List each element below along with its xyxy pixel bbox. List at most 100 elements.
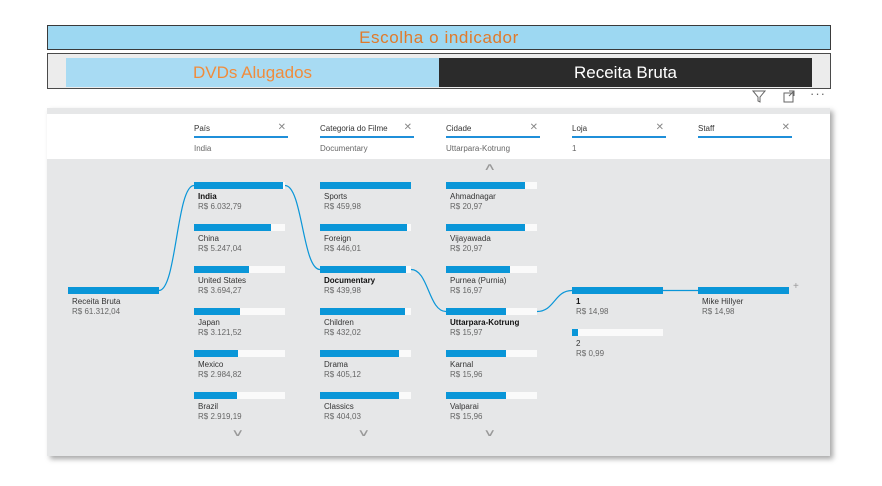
tree-links: [158, 184, 698, 313]
node-value: R$ 16,97: [450, 286, 483, 295]
node-bar-track: [320, 350, 411, 357]
node-value: R$ 0,99: [576, 349, 605, 358]
slicer-option-receita[interactable]: Receita Bruta: [439, 58, 812, 87]
node-label: Foreign: [324, 234, 352, 243]
node-bar-fill: [320, 182, 411, 189]
node-bar-fill: [698, 287, 789, 294]
tree-link: [284, 184, 321, 271]
node-value: R$ 439,98: [324, 286, 361, 295]
node-bar-track: [446, 308, 537, 315]
filter-label[interactable]: Categoria do Filme: [320, 124, 414, 138]
node-bar-track: [446, 266, 537, 273]
node-label: United States: [198, 276, 247, 285]
node-label: Children: [324, 318, 354, 327]
filter-value: Uttarpara-Kotrung: [446, 144, 511, 153]
node-value: R$ 5.247,04: [198, 244, 242, 253]
node-label: Purnea (Purnia): [450, 276, 507, 285]
node-label: Brazil: [198, 402, 219, 411]
filter-label[interactable]: Cidade: [446, 124, 540, 138]
node-bar-fill: [68, 287, 159, 294]
node-label: Uttarpara-Kotrung: [450, 318, 520, 327]
remove-level-icon[interactable]: ✕: [404, 122, 412, 133]
node-value: R$ 432,02: [324, 328, 361, 337]
scroll-up-icon[interactable]: ∧: [483, 162, 496, 173]
filter-value: 1: [572, 144, 577, 153]
filter-column: Cidade ✕ Uttarpara-Kotrung: [446, 114, 540, 159]
filter-value: Documentary: [320, 144, 368, 153]
node-bar-track: [320, 308, 411, 315]
focus-mode-icon[interactable]: [782, 89, 796, 106]
node-value: R$ 405,12: [324, 370, 361, 379]
node-bar-track: [194, 308, 285, 315]
node-bar-track: [572, 287, 663, 294]
node-bar-fill: [194, 182, 283, 189]
filter-bar: País ✕ India Categoria do Filme ✕ Documentary…: [47, 114, 830, 159]
node-bar-track: [446, 350, 537, 357]
node-value: R$ 404,03: [324, 412, 361, 421]
node-bar-track: [446, 224, 537, 231]
remove-level-icon[interactable]: ✕: [656, 122, 664, 133]
node-bar-fill: [572, 329, 578, 336]
filter-column: Staff ✕: [698, 114, 792, 159]
report-page: Escolha o indicador DVDs Alugados Receit…: [0, 0, 882, 486]
scroll-down-icon[interactable]: ∨: [231, 428, 244, 439]
node-value: R$ 14,98: [702, 307, 735, 316]
node-bar-track: [446, 392, 537, 399]
node-bar-track: [320, 224, 411, 231]
node-value: R$ 20,97: [450, 202, 483, 211]
node-value: R$ 2.984,82: [198, 370, 242, 379]
node-bar-fill: [194, 266, 249, 273]
filter-label[interactable]: País: [194, 124, 288, 138]
node-label: Mexico: [198, 360, 224, 369]
node-bar-track: [320, 392, 411, 399]
remove-level-icon[interactable]: ✕: [782, 122, 790, 133]
node-bar-fill: [446, 224, 525, 231]
filter-label[interactable]: Staff: [698, 124, 792, 138]
node-bar-fill: [446, 350, 506, 357]
expand-icon[interactable]: +: [793, 281, 799, 292]
node-label: Classics: [324, 402, 354, 411]
tree-link: [536, 289, 573, 313]
node-bar-track: [446, 182, 537, 189]
node-bar-fill: [320, 350, 399, 357]
filter-column: Loja ✕ 1: [572, 114, 666, 159]
node-label: Vijayawada: [450, 234, 491, 243]
node-value: R$ 3.694,27: [198, 286, 242, 295]
node-bar-fill: [320, 224, 407, 231]
node-bar-track: [572, 329, 663, 336]
node-bar-fill: [446, 392, 506, 399]
remove-level-icon[interactable]: ✕: [278, 122, 286, 133]
node-bar-track: [194, 224, 285, 231]
node-label: Valparai: [450, 402, 479, 411]
node-bar-fill: [320, 266, 406, 273]
node-bar-track: [194, 350, 285, 357]
filter-label[interactable]: Loja: [572, 124, 666, 138]
node-value: R$ 3.121,52: [198, 328, 242, 337]
node-label: Receita Bruta: [72, 297, 121, 306]
node-bar-fill: [194, 392, 237, 399]
decomposition-tree: País ✕ India Categoria do Filme ✕ Documentary…: [47, 108, 830, 456]
node-value: R$ 14,98: [576, 307, 609, 316]
node-bar-track: [320, 182, 411, 189]
node-bar-fill: [320, 308, 405, 315]
node-bar-fill: [446, 266, 510, 273]
node-bar-track: [320, 266, 411, 273]
node-value: R$ 6.032,79: [198, 202, 242, 211]
visual-header-icons: ···: [751, 86, 832, 107]
node-bar-fill: [194, 308, 240, 315]
slicer-option-dvds[interactable]: DVDs Alugados: [66, 58, 439, 87]
node-value: R$ 446,01: [324, 244, 361, 253]
scroll-down-icon[interactable]: ∨: [357, 428, 370, 439]
node-bar-track: [194, 392, 285, 399]
node-label: 1: [576, 297, 581, 306]
node-label: Drama: [324, 360, 349, 369]
node-value: R$ 61.312,04: [72, 307, 121, 316]
filter-icon[interactable]: [751, 89, 767, 106]
tree-link: [410, 268, 447, 313]
remove-level-icon[interactable]: ✕: [530, 122, 538, 133]
indicator-header: Escolha o indicador: [47, 25, 831, 50]
scroll-down-icon[interactable]: ∨: [483, 428, 496, 439]
more-options-icon[interactable]: ···: [810, 86, 826, 101]
tree-link: [158, 184, 195, 292]
node-label: Karnal: [450, 360, 474, 369]
